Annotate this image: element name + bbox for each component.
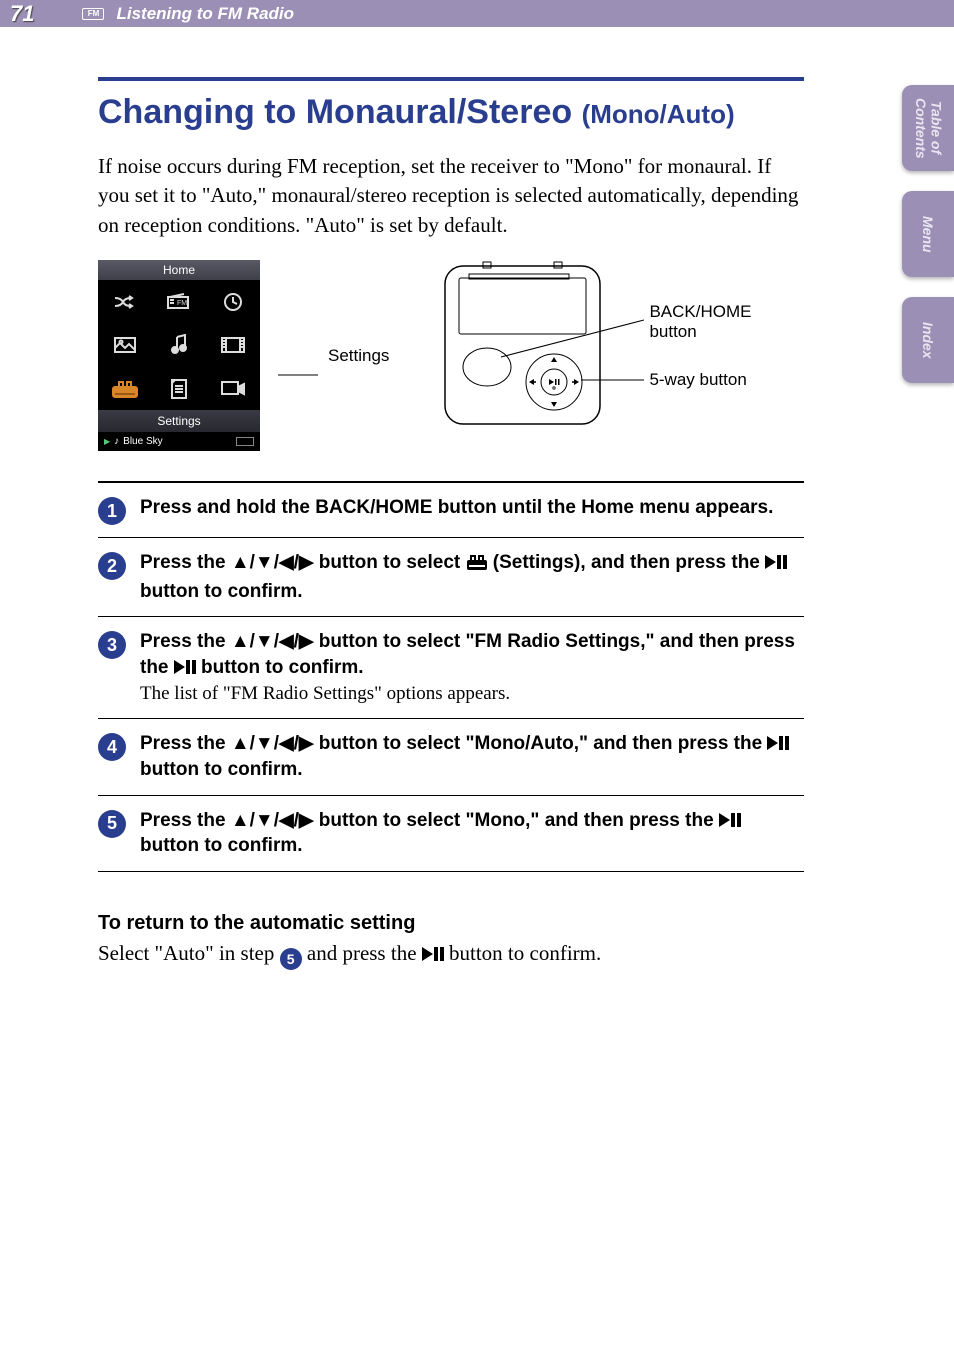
settings-icon <box>98 367 152 410</box>
step-3-note: The list of "FM Radio Settings" options … <box>140 683 510 704</box>
step-3-arrows: ▲/▼/◀/▶ <box>231 631 314 652</box>
toolbox-icon <box>466 553 488 579</box>
play-indicator-icon: ▶ <box>104 437 110 446</box>
battery-icon <box>236 437 254 446</box>
return-post: button to confirm. <box>444 941 601 965</box>
return-heading: To return to the automatic setting <box>98 912 804 935</box>
playlist-icon <box>152 367 206 410</box>
fm-radio-icon: FM <box>152 280 206 323</box>
page-title: Changing to Monaural/Stereo (Mono/Auto) <box>98 93 804 132</box>
step-4-arrows: ▲/▼/◀/▶ <box>231 733 314 754</box>
side-tab-menu[interactable]: Menu <box>902 191 954 277</box>
side-tab-index[interactable]: Index <box>902 297 954 383</box>
fm-icon: FM <box>82 8 104 20</box>
side-tab-toc[interactable]: Table of Contents <box>902 85 954 171</box>
note-icon: ♪ <box>114 436 119 447</box>
device-home-screen: Home FM Settings ▶ ♪ Blue Sky <box>98 260 260 451</box>
return-text: Select "Auto" in step 5 and press the bu… <box>98 941 804 970</box>
video-icon <box>206 324 260 367</box>
step-badge-1: 1 <box>98 497 126 525</box>
title-main: Changing to Monaural/Stereo <box>98 93 582 131</box>
step-3: 3 Press the ▲/▼/◀/▶ button to select "FM… <box>98 616 804 718</box>
play-pause-icon <box>719 813 741 827</box>
clock-icon <box>206 280 260 323</box>
step-4-tail: button to confirm. <box>140 759 303 780</box>
nowplaying-icon <box>206 367 260 410</box>
device-home-bar: Home <box>98 260 260 280</box>
intro-paragraph: If noise occurs during FM reception, set… <box>98 152 804 240</box>
now-playing-title: Blue Sky <box>123 436 162 447</box>
figures-row: Home FM Settings ▶ ♪ Blue Sky <box>98 260 804 451</box>
settings-leader-line <box>278 260 318 450</box>
player-diagram: BACK/HOME button 5-way button <box>439 260 644 430</box>
step-4-pre: Press the <box>140 733 231 754</box>
step-badge-5: 5 <box>98 810 126 838</box>
step-5-arrows: ▲/▼/◀/▶ <box>231 810 314 831</box>
title-subtitle: (Mono/Auto) <box>582 99 735 129</box>
play-pause-icon <box>422 947 444 961</box>
step-2-arrows: ▲/▼/◀/▶ <box>231 552 314 573</box>
device-icon-grid: FM <box>98 280 260 410</box>
side-tabs: Table of Contents Menu Index <box>902 85 954 383</box>
page-content: Changing to Monaural/Stereo (Mono/Auto) … <box>0 27 954 1010</box>
title-rule <box>98 77 804 81</box>
step-3-pre: Press the <box>140 631 231 652</box>
return-badge: 5 <box>280 948 302 970</box>
step-badge-4: 4 <box>98 733 126 761</box>
back-home-callout: BACK/HOME button <box>649 302 769 341</box>
shuffle-icon <box>98 280 152 323</box>
photo-icon <box>98 324 152 367</box>
svg-text:FM: FM <box>177 300 187 307</box>
step-2-tail: button to confirm. <box>140 581 303 602</box>
step-2-after-icon: (Settings), and then press the <box>488 552 766 573</box>
step-4-mid: button to select "Mono/Auto," and then p… <box>314 733 768 754</box>
play-pause-icon <box>765 555 787 569</box>
return-mid: and press the <box>302 941 422 965</box>
page-header: 71 FM Listening to FM Radio <box>0 0 954 27</box>
step-2-mid: button to select <box>314 552 466 573</box>
device-now-playing: ▶ ♪ Blue Sky <box>98 432 260 451</box>
step-2-pre: Press the <box>140 552 231 573</box>
return-pre: Select "Auto" in step <box>98 941 280 965</box>
device-settings-label: Settings <box>98 410 260 432</box>
step-2: 2 Press the ▲/▼/◀/▶ button to select (Se… <box>98 537 804 616</box>
step-3-tail: button to confirm. <box>196 657 364 678</box>
step-5: 5 Press the ▲/▼/◀/▶ button to select "Mo… <box>98 795 804 871</box>
step-badge-3: 3 <box>98 631 126 659</box>
page-number: 71 <box>10 1 34 27</box>
step-badge-2: 2 <box>98 552 126 580</box>
chapter-title: Listening to FM Radio <box>116 4 294 24</box>
play-pause-icon <box>174 660 196 674</box>
step-1-text: Press and hold the BACK/HOME button unti… <box>140 497 773 518</box>
five-way-callout: 5-way button <box>649 370 769 390</box>
step-5-mid: button to select "Mono," and then press … <box>314 810 719 831</box>
music-icon <box>152 324 206 367</box>
play-pause-icon <box>767 736 789 750</box>
step-5-pre: Press the <box>140 810 231 831</box>
step-5-tail: button to confirm. <box>140 835 303 856</box>
step-4: 4 Press the ▲/▼/◀/▶ button to select "Mo… <box>98 718 804 794</box>
steps-end-rule <box>98 871 804 872</box>
settings-callout-label: Settings <box>328 346 389 366</box>
step-1: 1 Press and hold the BACK/HOME button un… <box>98 481 804 537</box>
